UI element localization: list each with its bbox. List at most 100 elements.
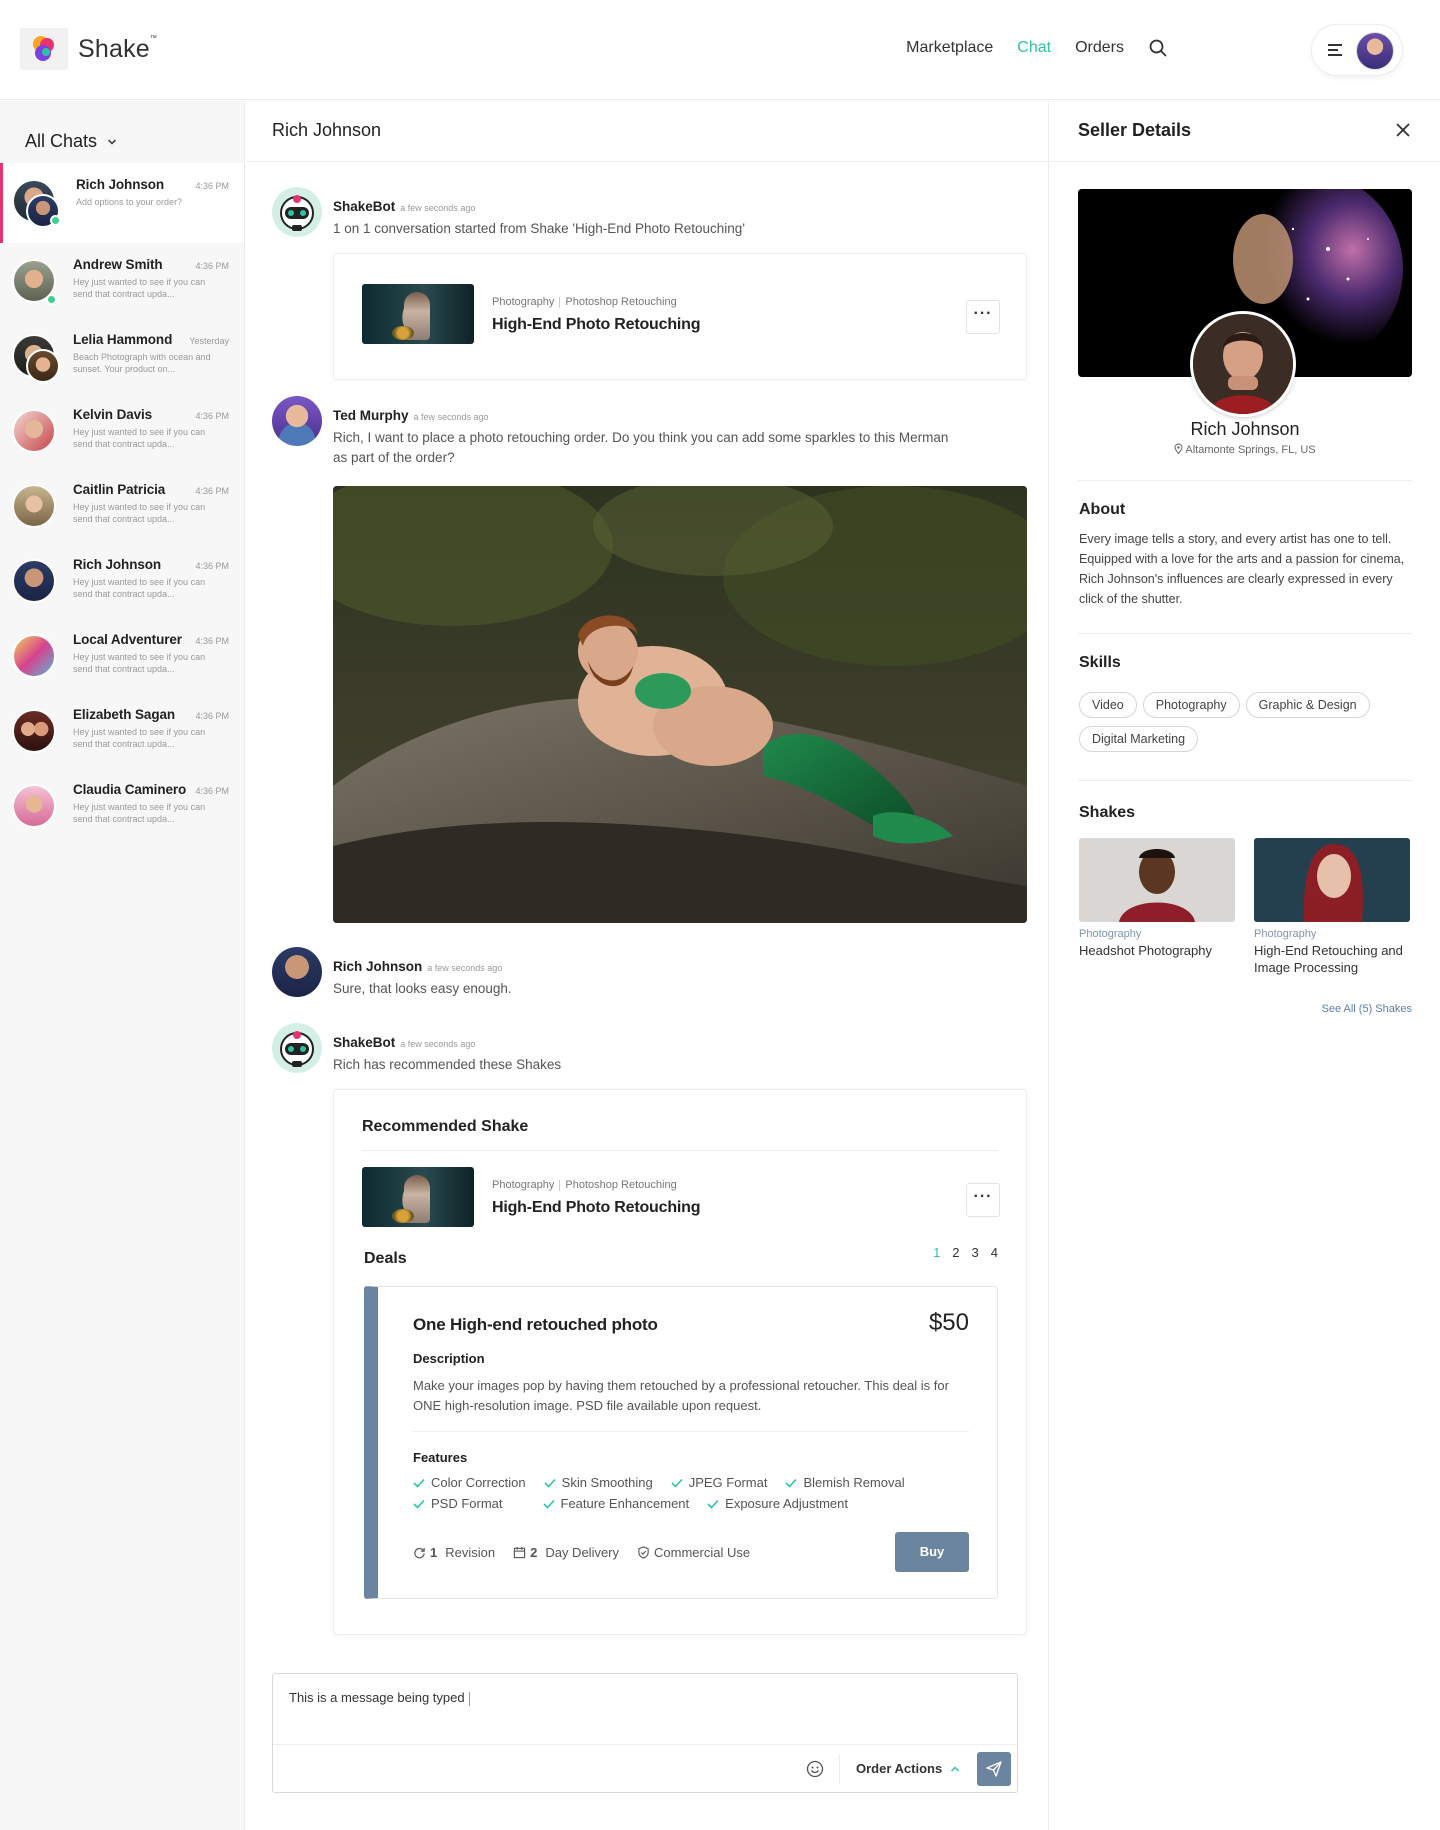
- description-heading: Description: [413, 1351, 485, 1366]
- page-3[interactable]: 3: [972, 1245, 979, 1260]
- chat-preview: Hey just wanted to see if you can send t…: [73, 802, 206, 824]
- chat-time: 4:36 PM: [195, 486, 229, 496]
- chat-item-andrew-smith[interactable]: Andrew Smith 4:36 PM Hey just wanted to …: [0, 243, 244, 318]
- avatar: [12, 784, 56, 828]
- main-nav: Marketplace Chat Orders: [906, 38, 1168, 58]
- chevron-down-icon: [108, 138, 117, 145]
- more-options-button[interactable]: ···: [966, 1183, 1000, 1217]
- nav-marketplace[interactable]: Marketplace: [906, 39, 993, 57]
- chat-item-rich-johnson[interactable]: Rich Johnson 4:36 PM Add options to your…: [0, 163, 244, 243]
- recommended-shake-card: Recommended Shake Photography Photoshop R…: [333, 1089, 1027, 1635]
- check-icon: [542, 1499, 555, 1509]
- message-time: a few seconds ago: [400, 1039, 476, 1049]
- shake-row[interactable]: Photography Photoshop Retouching High-End…: [362, 284, 1000, 346]
- chat-preview: Hey just wanted to see if you can send t…: [73, 577, 206, 599]
- deal-meta: 1 Revision 2 Day Delivery Commercial Use: [413, 1545, 750, 1560]
- check-icon: [544, 1478, 556, 1488]
- more-options-button[interactable]: ···: [966, 300, 1000, 334]
- message-text: Rich, I want to place a photo retouching…: [333, 430, 949, 465]
- chat-item-rich-johnson-2[interactable]: Rich Johnson 4:36 PM Hey just wanted to …: [0, 543, 244, 618]
- features-heading: Features: [413, 1450, 468, 1465]
- chevron-up-icon: [951, 1765, 960, 1772]
- close-icon[interactable]: [1395, 122, 1411, 138]
- skill-chip[interactable]: Video: [1079, 692, 1137, 718]
- feature-item: Exposure Adjustment: [707, 1495, 848, 1513]
- message-input[interactable]: This is a message being typed: [289, 1690, 470, 1706]
- feature-item: Feature Enhancement: [542, 1495, 689, 1513]
- avatar: [12, 559, 56, 603]
- chat-filter-dropdown[interactable]: All Chats: [0, 101, 244, 161]
- page-4[interactable]: 4: [991, 1245, 998, 1260]
- check-icon: [671, 1478, 683, 1488]
- shake-row[interactable]: Photography Photoshop Retouching High-End…: [362, 1167, 1000, 1229]
- chat-item-local-adventurer[interactable]: Local Adventurer 4:36 PM Hey just wanted…: [0, 618, 244, 693]
- divider: [413, 1431, 969, 1432]
- hamburger-menu-icon: [1328, 44, 1342, 56]
- message-text: 1 on 1 conversation started from Shake '…: [333, 221, 745, 236]
- chat-item-kelvin-davis[interactable]: Kelvin Davis 4:36 PM Hey just wanted to …: [0, 393, 244, 468]
- message-time: a few seconds ago: [400, 203, 476, 213]
- calendar-icon: [513, 1546, 526, 1559]
- message-composer[interactable]: This is a message being typed Order Acti…: [272, 1673, 1018, 1793]
- chat-sidebar: All Chats Rich Johnson 4:36 PM Add optio…: [0, 101, 245, 1830]
- page-1[interactable]: 1: [933, 1245, 940, 1260]
- check-icon: [707, 1499, 719, 1509]
- avatar: [12, 484, 56, 528]
- order-actions-button[interactable]: Order Actions: [856, 1761, 960, 1776]
- seller-location: Altamonte Springs, FL, US: [1050, 443, 1440, 456]
- shake-logo-icon: [20, 28, 68, 70]
- message-sender: Rich Johnson: [333, 959, 423, 974]
- skill-chip[interactable]: Graphic & Design: [1245, 692, 1370, 718]
- send-button[interactable]: [977, 1752, 1011, 1786]
- message-sender: Ted Murphy: [333, 408, 409, 423]
- chat-filter-label: All Chats: [25, 131, 98, 151]
- conversation-panel: Rich Johnson ShakeBot a few seconds ago 1…: [246, 101, 1049, 1830]
- deal-description: Make your images pop by having them reto…: [413, 1378, 949, 1413]
- skill-chip[interactable]: Digital Marketing: [1079, 726, 1199, 752]
- chat-preview: Hey just wanted to see if you can send t…: [73, 277, 206, 299]
- chat-item-caitlin-patricia[interactable]: Caitlin Patricia 4:36 PM Hey just wanted…: [0, 468, 244, 543]
- seller-panel-title: Seller Details: [1050, 101, 1440, 162]
- divider: [839, 1754, 840, 1784]
- shake-card: Photography Photoshop Retouching High-End…: [333, 253, 1027, 380]
- seller-avatar: [1190, 311, 1296, 417]
- skills-heading: Skills: [1079, 654, 1121, 671]
- chat-time: 4:36 PM: [195, 711, 229, 721]
- user-menu-button[interactable]: [1311, 24, 1403, 76]
- chat-preview: Beach Photograph with ocean and sunset. …: [73, 352, 211, 374]
- feature-item: Blemish Removal: [785, 1474, 905, 1492]
- attached-photo[interactable]: [333, 486, 1027, 923]
- shake-tile[interactable]: Photography Headshot Photography: [1079, 838, 1235, 959]
- page-2[interactable]: 2: [952, 1245, 959, 1260]
- about-text: Every image tells a story, and every art…: [1079, 532, 1405, 606]
- conversation-title: Rich Johnson: [246, 101, 1048, 162]
- shake-category: Photography: [1079, 928, 1142, 940]
- message-sender: ShakeBot: [333, 199, 396, 214]
- search-icon[interactable]: [1148, 38, 1168, 58]
- chat-time: 4:36 PM: [195, 561, 229, 571]
- chat-item-elizabeth-sagan[interactable]: Elizabeth Sagan 4:36 PM Hey just wanted …: [0, 693, 244, 768]
- chat-item-lelia-hammond[interactable]: Lelia Hammond Yesterday Beach Photograph…: [0, 318, 244, 393]
- chat-list: Rich Johnson 4:36 PM Add options to your…: [0, 163, 244, 843]
- avatar: [272, 396, 322, 446]
- chat-item-claudia-caminero[interactable]: Claudia Caminero 4:36 PM Hey just wanted…: [0, 768, 244, 843]
- delivery-info: 2 Day Delivery: [513, 1545, 619, 1560]
- chat-time: 4:36 PM: [195, 636, 229, 646]
- buy-button[interactable]: Buy: [895, 1532, 969, 1572]
- shake-category: Photography: [1254, 928, 1317, 940]
- deal-card: One High-end retouched photo $50 Descrip…: [364, 1286, 998, 1599]
- see-all-shakes-link[interactable]: See All (5) Shakes: [1050, 1003, 1413, 1015]
- send-icon: [986, 1761, 1002, 1777]
- brand-logo[interactable]: Shake™: [20, 28, 157, 70]
- shake-thumbnail: [362, 1167, 474, 1227]
- chat-preview: Hey just wanted to see if you can send t…: [73, 427, 206, 449]
- emoji-icon[interactable]: [806, 1760, 824, 1778]
- check-icon: [413, 1499, 425, 1509]
- refresh-icon: [414, 1547, 425, 1559]
- chat-time: 4:36 PM: [195, 181, 229, 191]
- shake-tile[interactable]: Photography High-End Retouching and Imag…: [1254, 838, 1410, 976]
- chat-time: 4:36 PM: [195, 786, 229, 796]
- nav-orders[interactable]: Orders: [1075, 39, 1124, 57]
- skill-chip[interactable]: Photography: [1142, 692, 1240, 718]
- nav-chat[interactable]: Chat: [1017, 39, 1051, 57]
